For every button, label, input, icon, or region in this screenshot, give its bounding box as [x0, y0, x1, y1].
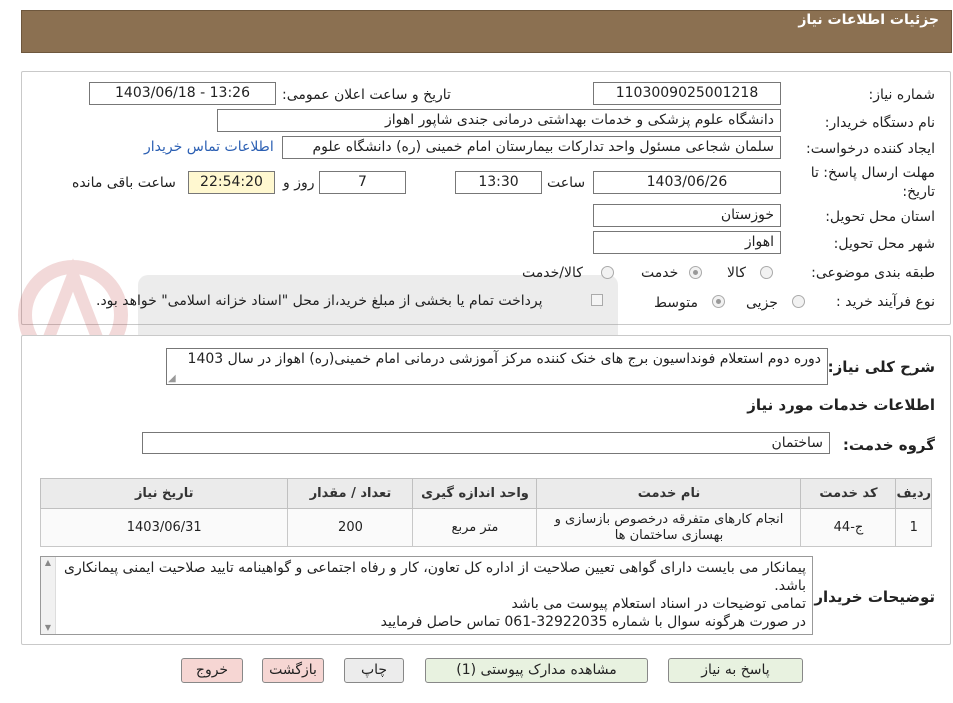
buyer-note-line-2: تمامی توضیحات در اسناد استعلام پیوست می … [511, 596, 807, 612]
process-option-minor: جزیی [746, 295, 778, 311]
buyer-notes-field[interactable]: پیمانکار می بایست دارای گواهی تعیین صلاح… [40, 556, 813, 635]
treasury-payment-checkbox[interactable] [591, 294, 603, 306]
process-radio-minor[interactable] [792, 295, 805, 308]
print-button[interactable]: چاپ [344, 658, 404, 683]
cell-quantity: 200 [287, 508, 414, 547]
creator-label: ایجاد کننده درخواست: [806, 141, 935, 157]
city-label: شهر محل تحویل: [833, 236, 935, 252]
category-radio-service[interactable] [689, 266, 702, 279]
buyer-notes-label: توضیحات خریدار: [808, 588, 935, 606]
summary-label: شرح کلی نیاز: [827, 358, 935, 376]
cell-service-code: ج-44 [800, 508, 897, 547]
scroll-up-icon[interactable]: ▲ [41, 557, 55, 569]
province-label: استان محل تحویل: [825, 209, 935, 225]
reply-button[interactable]: پاسخ به نیاز [668, 658, 803, 683]
cell-row-number: 1 [895, 508, 932, 547]
col-header-service-code: کد خدمت [800, 478, 897, 509]
view-attachments-button[interactable]: مشاهده مدارک پیوستی (1) [425, 658, 648, 683]
deadline-label-date: تاریخ: [902, 184, 935, 200]
deadline-date-field: 1403/06/26 [593, 171, 781, 194]
resize-handle-icon[interactable]: ◢ [168, 373, 176, 384]
col-header-row-number: ردیف [895, 478, 932, 509]
col-header-service-name: نام خدمت [536, 478, 802, 509]
buyer-contact-link[interactable]: اطلاعات تماس خریدار [144, 139, 274, 155]
days-label: روز و [283, 175, 315, 191]
process-label: نوع فرآیند خرید : [836, 294, 935, 310]
buyer-org-field: دانشگاه علوم پزشکی و خدمات بهداشتی درمان… [217, 109, 781, 132]
cell-service-name: انجام کارهای متفرقه درخصوص بازسازی و بهس… [536, 508, 802, 547]
page-title: جزئیات اطلاعات نیاز [798, 12, 939, 28]
remaining-time-field: 22:54:20 [188, 171, 275, 194]
service-group-label: گروه خدمت: [842, 436, 935, 454]
deadline-time-label: ساعت [547, 175, 586, 191]
treasury-payment-note: پرداخت تمام یا بخشی از مبلغ خرید،از محل … [96, 293, 543, 309]
days-field: 7 [319, 171, 406, 194]
cell-unit: متر مربع [412, 508, 538, 547]
cell-need-date: 1403/06/31 [39, 508, 289, 547]
table-header-row: ردیف کد خدمت نام خدمت واحد اندازه گیری ت… [39, 478, 932, 509]
province-field: خوزستان [593, 204, 781, 227]
process-option-medium: متوسط [654, 295, 698, 311]
announce-date-field: 1403/06/18 - 13:26 [89, 82, 276, 105]
need-number-label: شماره نیاز: [868, 87, 936, 103]
buyer-org-label: نام دستگاه خریدار: [824, 115, 935, 131]
creator-field: سلمان شجاعی مسئول واحد تدارکات بیمارستان… [282, 136, 781, 159]
notes-scrollbar[interactable]: ▲ ▼ [41, 557, 56, 634]
category-label: طبقه بندی موضوعی: [811, 265, 935, 281]
exit-button[interactable]: خروج [181, 658, 243, 683]
remaining-time-label: ساعت باقی مانده [72, 175, 176, 191]
summary-field[interactable]: دوره دوم استعلام فونداسیون برج های خنک ک… [166, 348, 828, 385]
service-group-field: ساختمان [142, 432, 830, 454]
table-row: 1 ج-44 انجام کارهای متفرقه درخصوص بازساز… [39, 508, 932, 547]
process-radio-medium[interactable] [712, 295, 725, 308]
services-table: ردیف کد خدمت نام خدمت واحد اندازه گیری ت… [39, 478, 932, 547]
category-option-goods: کالا [727, 265, 746, 281]
scroll-down-icon[interactable]: ▼ [41, 622, 55, 634]
category-radio-goods[interactable] [760, 266, 773, 279]
announce-date-label: تاریخ و ساعت اعلان عمومی: [282, 87, 451, 103]
back-button[interactable]: بازگشت [262, 658, 324, 683]
buyer-note-line-1: پیمانکار می بایست دارای گواهی تعیین صلاح… [64, 560, 806, 594]
deadline-time-field: 13:30 [455, 171, 542, 194]
buyer-note-line-3: در صورت هرگونه سوال با شماره 32922035-06… [380, 614, 806, 630]
city-field: اهواز [593, 231, 781, 254]
deadline-label: مهلت ارسال پاسخ: تا [810, 165, 935, 181]
col-header-quantity: تعداد / مقدار [287, 478, 414, 509]
category-option-service: خدمت [641, 265, 679, 281]
col-header-unit: واحد اندازه گیری [412, 478, 538, 509]
services-section-title: اطلاعات خدمات مورد نیاز [747, 396, 935, 414]
need-number-field: 1103009025001218 [593, 82, 781, 105]
category-radio-goods-service[interactable] [601, 266, 614, 279]
category-option-goods-service: کالا/خدمت [522, 265, 583, 281]
col-header-need-date: تاریخ نیاز [39, 478, 289, 509]
